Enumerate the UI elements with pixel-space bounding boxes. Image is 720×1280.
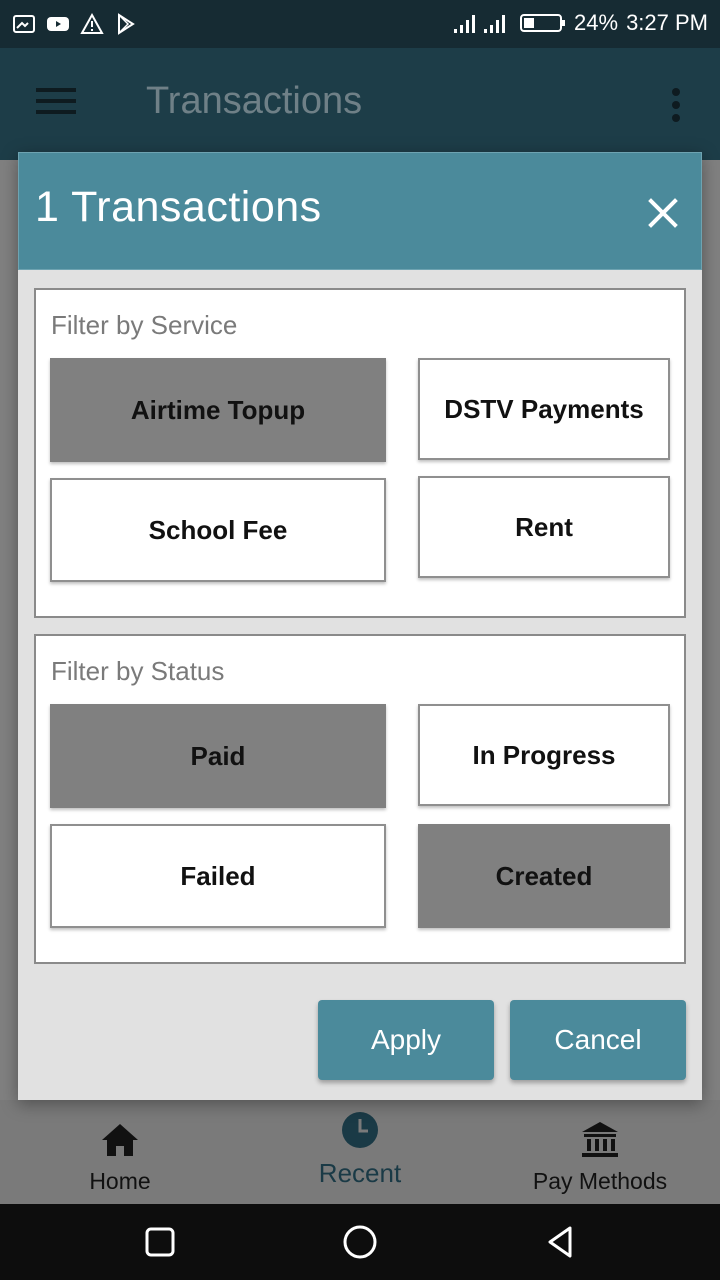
nav-label-pay-methods: Pay Methods [532,1168,668,1194]
battery-percent: 24% [574,10,619,35]
recents-square-icon[interactable] [142,1224,178,1260]
chip-school-fee[interactable]: School Fee [50,478,386,582]
apply-button[interactable]: Apply [318,1000,494,1080]
service-filter-label: Filter by Service [51,310,238,340]
signal-icon [454,15,506,33]
warning-icon [80,12,104,34]
bank-icon [582,1122,618,1157]
back-triangle-icon[interactable] [542,1224,578,1260]
home-icon [102,1124,138,1156]
status-filter-section: Filter by Status Paid In Progress Failed… [34,634,686,964]
youtube-icon [47,17,69,31]
clock-icon [342,1112,378,1148]
more-options-icon[interactable] [672,88,682,122]
cast-icon [13,15,35,33]
play-store-icon [118,13,135,35]
chip-airtime-topup[interactable]: Airtime Topup [50,358,386,462]
menu-icon[interactable] [36,88,76,118]
chip-rent[interactable]: Rent [418,476,670,578]
close-icon[interactable] [643,193,683,233]
chip-created[interactable]: Created [418,824,670,928]
cancel-button[interactable]: Cancel [510,1000,686,1080]
chip-in-progress[interactable]: In Progress [418,704,670,806]
notification-icons [12,12,138,36]
status-filter-label: Filter by Status [51,656,225,686]
chip-paid[interactable]: Paid [50,704,386,808]
battery-icon [520,14,566,32]
filter-dialog: 1 Transactions Filter by Service Airtime… [18,152,702,1100]
chip-failed[interactable]: Failed [50,824,386,928]
nav-item-home[interactable]: Home [20,1108,220,1195]
chip-dstv-payments[interactable]: DSTV Payments [418,358,670,460]
home-circle-icon[interactable] [342,1224,378,1260]
nav-item-pay-methods[interactable]: Pay Methods [500,1108,700,1195]
system-nav-bar [0,1204,720,1280]
dialog-header: 1 Transactions [18,152,702,270]
app-bar: Transactions [0,48,720,160]
dialog-title: 1 Transactions [35,183,322,231]
nav-label-home: Home [89,1168,151,1194]
status-bar: 24% 3:27 PM [0,0,720,48]
service-filter-section: Filter by Service Airtime Topup DSTV Pay… [34,288,686,618]
bottom-nav: Home Recent Pay Methods [0,1100,720,1204]
clock-time: 3:27 PM [626,10,708,35]
nav-label-recent: Recent [318,1158,402,1188]
nav-item-recent[interactable]: Recent [260,1108,460,1189]
page-title: Transactions [146,80,363,122]
